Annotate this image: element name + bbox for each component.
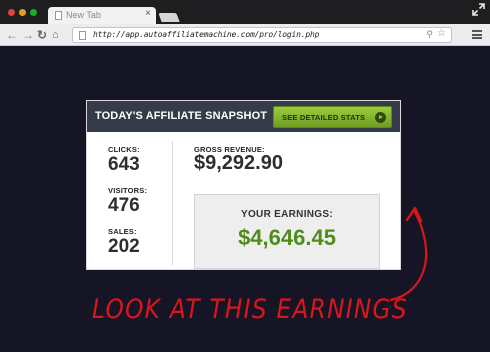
new-tab-button[interactable]	[158, 13, 180, 22]
tab-new-tab[interactable]: New Tab ×	[48, 7, 156, 24]
tab-title: New Tab	[66, 10, 101, 20]
stats-button-label: SEE DETAILED STATS	[282, 113, 366, 122]
clicks-label: CLICKS:	[108, 145, 140, 154]
sales-label: SALES:	[108, 227, 137, 236]
card-header: TODAY'S AFFILIATE SNAPSHOT SEE DETAILED …	[87, 101, 400, 132]
play-arrow-icon	[375, 112, 386, 123]
url-text[interactable]: http://app.autoaffiliatemachine.com/pro/…	[93, 30, 319, 39]
browser-chrome: New Tab × ← → ↻ ⌂ http://app.autoaffilia…	[0, 0, 490, 46]
fullscreen-icon[interactable]	[472, 3, 485, 16]
card-title: TODAY'S AFFILIATE SNAPSHOT	[95, 110, 268, 122]
address-bar[interactable]: http://app.autoaffiliatemachine.com/pro/…	[72, 27, 452, 43]
zoom-icon[interactable]: ⚲	[426, 29, 433, 40]
forward-arrow-icon[interactable]: →	[22, 27, 34, 43]
bookmark-star-icon[interactable]: ☆	[437, 28, 446, 39]
home-icon[interactable]: ⌂	[52, 27, 59, 43]
reload-icon[interactable]: ↻	[37, 27, 47, 43]
close-window-button[interactable]	[8, 9, 15, 16]
browser-toolbar: ← → ↻ ⌂ http://app.autoaffiliatemachine.…	[0, 24, 490, 46]
page-icon	[55, 11, 62, 20]
back-arrow-icon[interactable]: ←	[6, 27, 18, 43]
earnings-value: $4,646.45	[238, 225, 336, 250]
tab-bar: New Tab ×	[0, 0, 490, 24]
gross-revenue-value: $9,292.90	[194, 152, 283, 174]
menu-icon[interactable]	[472, 30, 482, 39]
page-icon	[79, 31, 86, 40]
divider	[172, 141, 173, 265]
visitors-label: VISITORS:	[108, 186, 148, 195]
earnings-box: YOUR EARNINGS: $4,646.45	[194, 194, 380, 269]
close-tab-icon[interactable]: ×	[145, 9, 151, 19]
minimize-window-button[interactable]	[19, 9, 26, 16]
visitors-value: 476	[108, 195, 140, 216]
sales-value: 202	[108, 236, 140, 257]
earnings-label: YOUR EARNINGS:	[241, 209, 333, 220]
maximize-window-button[interactable]	[30, 9, 37, 16]
affiliate-snapshot-card: TODAY'S AFFILIATE SNAPSHOT SEE DETAILED …	[86, 100, 401, 270]
see-detailed-stats-button[interactable]: SEE DETAILED STATS	[273, 106, 392, 128]
clicks-value: 643	[108, 154, 140, 175]
annotation-text: LOOK AT THIS EARNINGS	[92, 294, 408, 325]
